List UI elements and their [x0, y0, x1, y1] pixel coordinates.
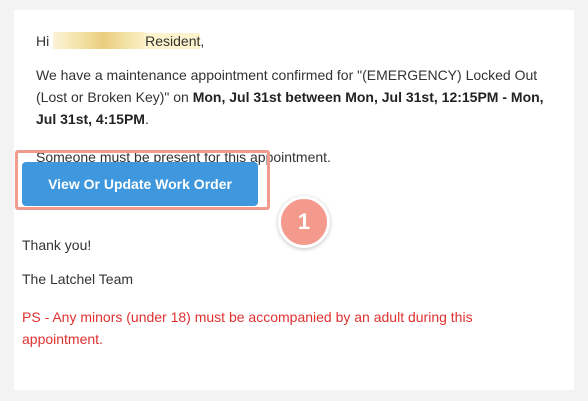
- signature-text: The Latchel Team: [22, 271, 134, 287]
- view-update-work-order-button[interactable]: View Or Update Work Order: [22, 162, 258, 206]
- greeting-name: Resident: [145, 33, 201, 49]
- thanks-text: Thank you!: [22, 237, 92, 253]
- greeting-suffix: ,: [200, 33, 205, 49]
- appointment-text-2: .: [144, 111, 149, 127]
- ps-note: PS - Any minors (under 18) must be accom…: [22, 309, 473, 347]
- redacted-name-block: [53, 32, 146, 49]
- greeting-prefix: Hi: [36, 33, 50, 49]
- appointment-paragraph: We have a maintenance appointment confir…: [36, 64, 552, 130]
- step-badge: 1: [278, 196, 330, 248]
- greeting-line: Hi Resident,: [36, 30, 552, 52]
